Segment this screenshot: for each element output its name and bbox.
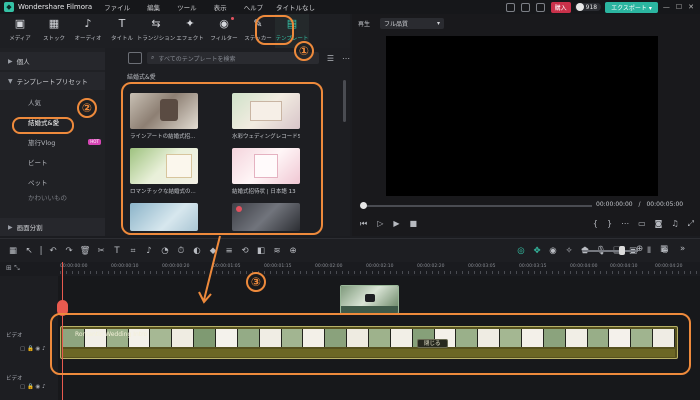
annotation-arrow — [198, 235, 221, 304]
clip-title: Romantic Wedding Intro — [75, 331, 148, 338]
close-template-button[interactable]: 閉じる — [417, 339, 448, 348]
